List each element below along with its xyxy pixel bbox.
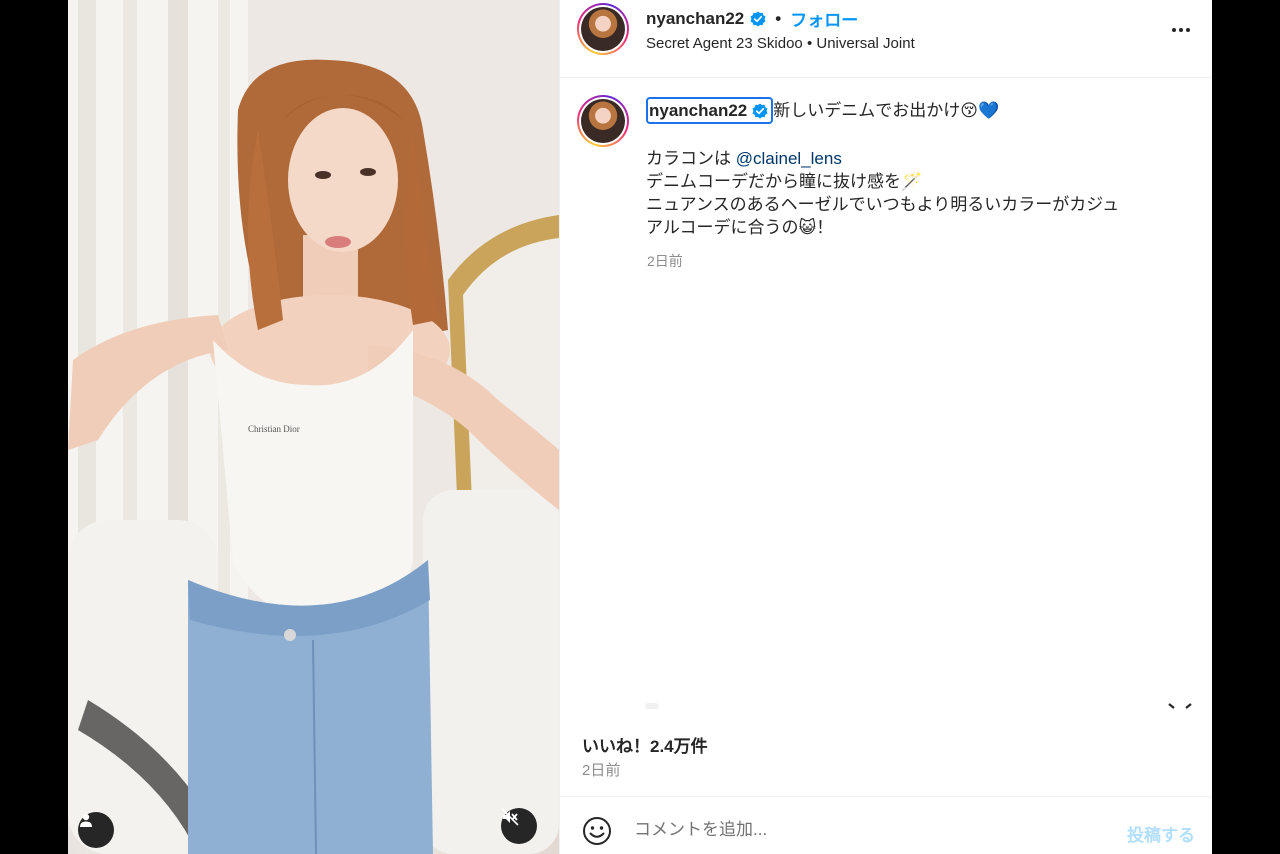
caption-username: nyanchan22 bbox=[649, 101, 748, 120]
caption-line3: ニュアンスのあるヘーゼルでいつもより明るいカラーがカジュ bbox=[646, 195, 1120, 214]
post-comment-button[interactable]: 投稿する bbox=[1127, 821, 1195, 846]
comment-bar: 投稿する bbox=[560, 796, 1212, 854]
post-timestamp[interactable]: 2日前 bbox=[582, 759, 620, 780]
verified-badge-icon bbox=[752, 103, 768, 118]
caption-profile-picture bbox=[581, 99, 625, 143]
profile-picture bbox=[581, 7, 625, 51]
more-options-button[interactable] bbox=[1169, 22, 1193, 38]
mention-link[interactable]: @clainel_lens bbox=[736, 149, 842, 168]
caption-username-link[interactable]: nyanchan22 bbox=[646, 97, 774, 124]
svg-text:Christian Dior: Christian Dior bbox=[248, 424, 300, 434]
header-username[interactable]: nyanchan22 bbox=[646, 9, 744, 29]
audio-attribution[interactable]: Secret Agent 23 Skidoo • Universal Joint bbox=[646, 35, 915, 52]
caption-avatar[interactable] bbox=[577, 95, 629, 147]
like-count[interactable]: いいね！2.4万件 bbox=[582, 732, 708, 757]
emoji-smile-icon[interactable] bbox=[582, 816, 612, 846]
caption-timestamp[interactable]: 2日前 bbox=[647, 251, 683, 271]
post-caption: nyanchan22 新しいデニムでお出かけ😚💙 カラコンは @clainel_… bbox=[646, 97, 1176, 239]
follow-button[interactable]: フォロー bbox=[790, 6, 858, 31]
header-separator: • bbox=[775, 8, 782, 28]
post-dialog: Christian Dior nyanchan22 • フォロー Secret … bbox=[68, 0, 1212, 854]
post-header: nyanchan22 • フォロー Secret Agent 23 Skidoo… bbox=[560, 0, 1212, 78]
expand-icon[interactable] bbox=[1168, 703, 1192, 709]
caption-line1: カラコンは bbox=[646, 149, 736, 168]
user-tag-button[interactable] bbox=[78, 812, 114, 848]
caption-line4: アルコーデに合うの😺！ bbox=[646, 218, 834, 237]
caption-title: 新しいデニムでお出かけ😚💙 bbox=[773, 101, 1000, 120]
muted-speaker-icon bbox=[501, 808, 519, 826]
user-tag-icon bbox=[80, 813, 92, 827]
scroll-fade-left bbox=[645, 703, 659, 709]
video-frame-image: Christian Dior bbox=[68, 0, 559, 854]
caption-line2: デニムコーデだから瞳に抜け感を🪄 bbox=[646, 172, 923, 191]
more-options-icon bbox=[1172, 28, 1176, 32]
mute-toggle-button[interactable] bbox=[501, 808, 537, 844]
comment-input[interactable] bbox=[634, 817, 1094, 843]
post-details-panel: nyanchan22 • フォロー Secret Agent 23 Skidoo… bbox=[559, 0, 1212, 854]
header-avatar[interactable] bbox=[577, 3, 629, 55]
header-user-row: nyanchan22 • フォロー bbox=[646, 6, 858, 31]
post-video[interactable]: Christian Dior bbox=[68, 0, 559, 854]
verified-badge-icon bbox=[750, 11, 766, 26]
